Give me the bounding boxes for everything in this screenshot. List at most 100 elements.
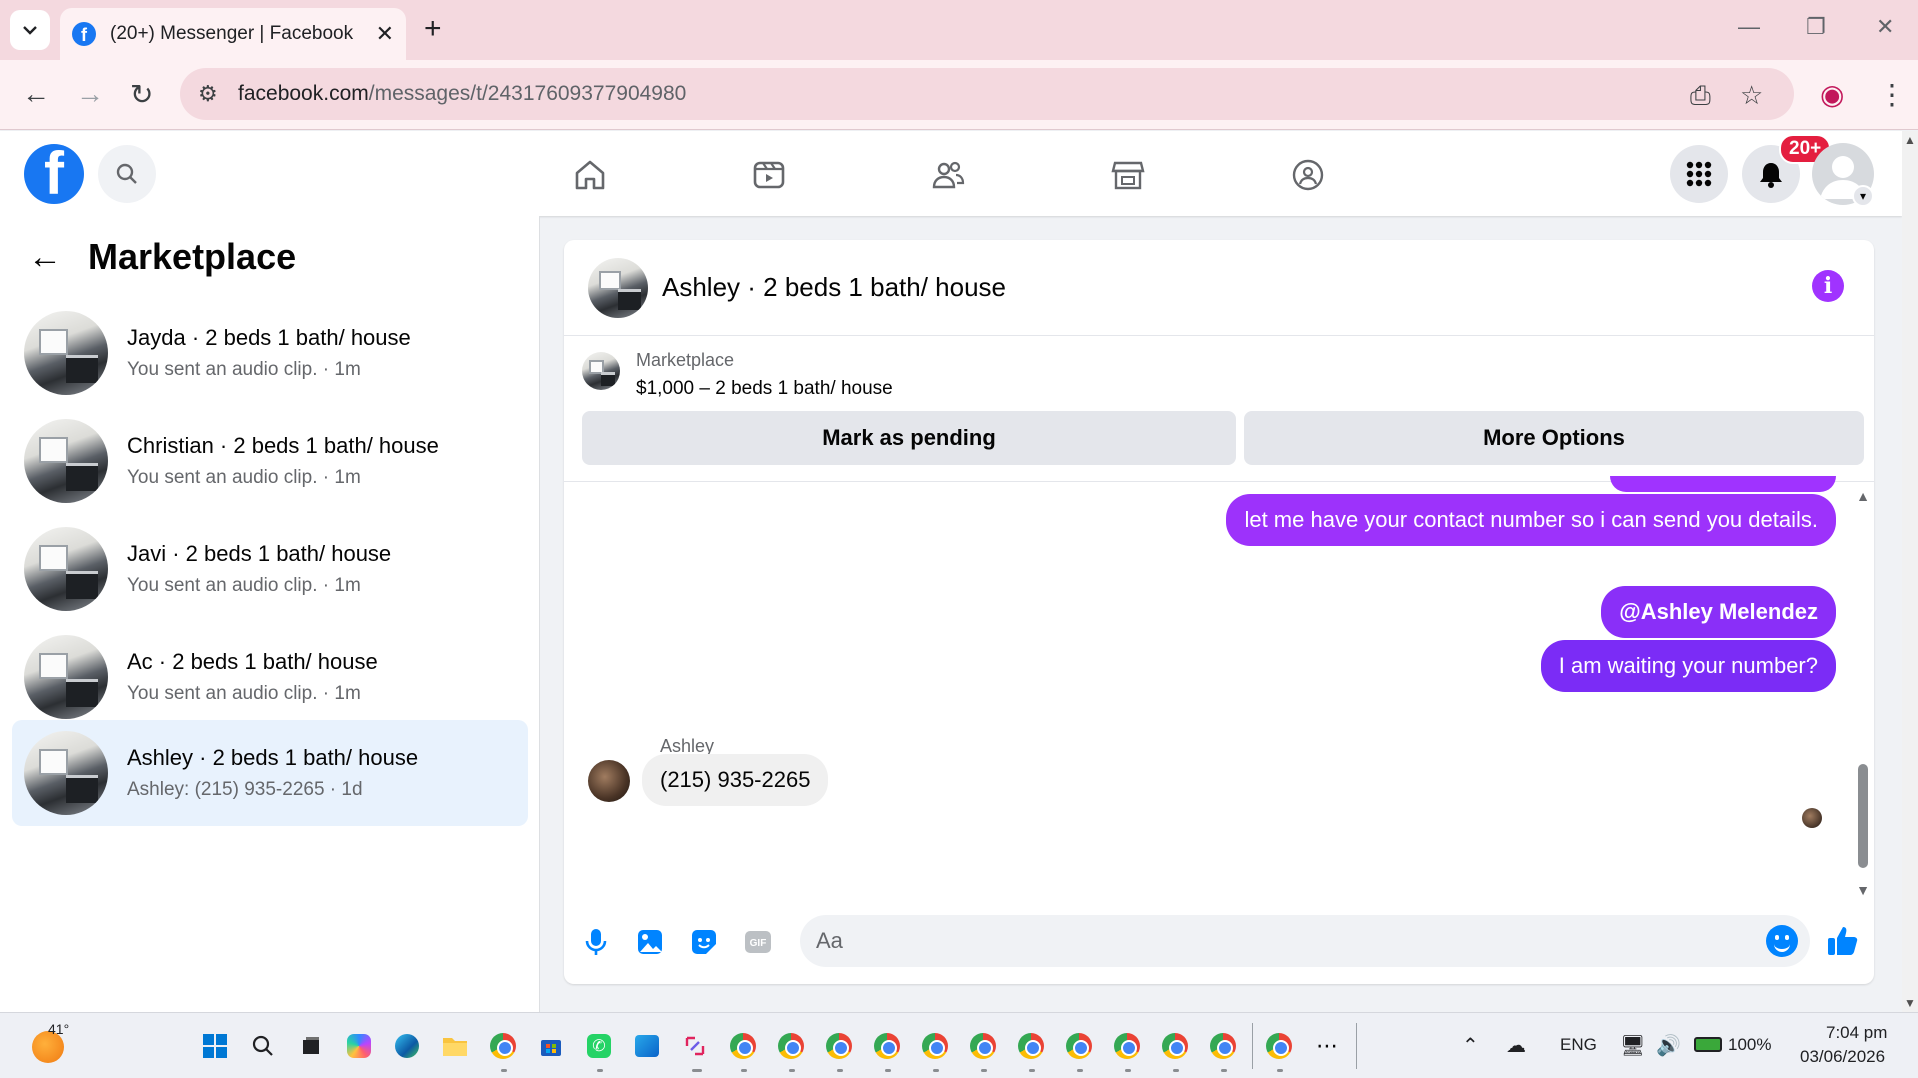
message-input-placeholder: Aa — [816, 928, 843, 953]
browser-tab-messenger[interactable]: f (20+) Messenger | Facebook ✕ — [60, 8, 406, 60]
battery-icon[interactable] — [1694, 1037, 1722, 1052]
chrome-profile-icon[interactable] — [872, 1031, 902, 1061]
running-indicator — [1029, 1069, 1035, 1072]
video-icon[interactable] — [747, 153, 791, 197]
language-indicator[interactable]: ENG — [1560, 1035, 1597, 1055]
page-scroll-down-icon[interactable]: ▼ — [1904, 996, 1916, 1010]
chrome-profile-icon[interactable] — [824, 1031, 854, 1061]
minimize-icon[interactable]: — — [1738, 14, 1760, 40]
browser-toolbar: ← → ↻ ⚙ facebook.com/messages/t/24317609… — [0, 60, 1918, 130]
running-indicator — [741, 1069, 747, 1072]
gif-icon[interactable]: GIF — [742, 926, 774, 958]
listing-thumbnail[interactable] — [582, 352, 620, 390]
photo-icon[interactable] — [634, 926, 666, 958]
address-bar[interactable]: ⚙ facebook.com/messages/t/24317609377904… — [180, 68, 1794, 120]
friends-icon[interactable] — [926, 153, 970, 197]
tab-search-button[interactable] — [10, 10, 50, 50]
menu-kebab-icon[interactable]: ⋮ — [1878, 78, 1906, 111]
sent-message-bubble[interactable]: let me have your contact number so i can… — [1226, 494, 1836, 546]
new-tab-button[interactable]: + — [424, 12, 442, 46]
message-input[interactable]: Aa — [800, 915, 1810, 967]
volume-icon[interactable]: 🔊 — [1656, 1033, 1681, 1058]
conversation-item-active[interactable]: Ashley · 2 beds 1 bath/ house Ashley: (2… — [12, 720, 528, 826]
back-arrow-icon[interactable]: ← — [28, 238, 62, 277]
running-indicator — [597, 1069, 603, 1072]
chrome-profile-icon[interactable] — [728, 1031, 758, 1061]
running-indicator — [933, 1069, 939, 1072]
thumbs-up-icon[interactable] — [1824, 922, 1862, 960]
whatsapp-icon[interactable]: ✆ — [584, 1031, 614, 1061]
chrome-profile-icon[interactable] — [776, 1031, 806, 1061]
file-explorer-icon[interactable] — [440, 1031, 470, 1061]
reload-icon[interactable]: ↻ — [130, 78, 153, 111]
running-indicator — [1077, 1069, 1083, 1072]
info-icon[interactable]: i — [1812, 270, 1844, 302]
menu-grid-button[interactable] — [1670, 145, 1728, 203]
running-indicator — [885, 1069, 891, 1072]
chrome-active-icon[interactable] — [1264, 1031, 1294, 1061]
chrome-profile-icon[interactable] — [1064, 1031, 1094, 1061]
onedrive-cloud-icon[interactable]: ☁ — [1506, 1033, 1526, 1058]
message-scrollbar-thumb[interactable] — [1858, 764, 1868, 868]
tab-close-icon[interactable]: ✕ — [376, 21, 394, 47]
received-message-bubble[interactable]: (215) 935-2265 — [642, 754, 829, 806]
copilot-icon[interactable] — [344, 1031, 374, 1061]
sticker-icon[interactable] — [688, 926, 720, 958]
conversation-item[interactable]: Ac · 2 beds 1 bath/ house You sent an au… — [12, 624, 528, 730]
profile-icon[interactable]: ◉ — [1820, 78, 1844, 111]
conversation-item[interactable]: Christian · 2 beds 1 bath/ house You sen… — [12, 408, 528, 514]
emoji-icon[interactable] — [1766, 925, 1798, 957]
listing-thumbnail — [24, 311, 108, 395]
clock-time[interactable]: 7:04 pm — [1826, 1023, 1887, 1043]
show-hidden-icons-icon[interactable]: ⌃ — [1462, 1033, 1479, 1058]
sent-message-bubble[interactable]: @Ashley Melendez — [1601, 586, 1836, 638]
groups-icon[interactable] — [1286, 153, 1330, 197]
chrome-icon[interactable] — [488, 1031, 518, 1061]
sent-message-bubble[interactable]: I am waiting your number? — [1540, 640, 1836, 692]
bookmark-star-icon[interactable]: ☆ — [1740, 80, 1763, 111]
windows-start-icon[interactable] — [200, 1031, 230, 1061]
forward-arrow-icon[interactable]: → — [76, 78, 104, 110]
page-scrollbar[interactable]: ▲ ▼ — [1902, 131, 1918, 1012]
restore-icon[interactable]: ❐ — [1806, 14, 1826, 40]
network-icon[interactable]: 🖥 — [1620, 1033, 1645, 1058]
battery-percent: 100% — [1728, 1035, 1772, 1054]
edge-icon[interactable] — [392, 1031, 422, 1061]
facebook-logo-icon[interactable]: f — [24, 144, 84, 204]
store-icon[interactable] — [536, 1031, 566, 1061]
chrome-profile-icon[interactable] — [1160, 1031, 1190, 1061]
taskbar-search-icon[interactable] — [248, 1031, 278, 1061]
chrome-profile-icon[interactable] — [1208, 1031, 1238, 1061]
site-settings-icon[interactable]: ⚙ — [198, 81, 218, 107]
install-app-icon[interactable]: ⎙ — [1690, 80, 1711, 112]
conversation-item[interactable]: Javi · 2 beds 1 bath/ house You sent an … — [12, 516, 528, 622]
chat-title[interactable]: Ashley · 2 beds 1 bath/ house — [662, 272, 1006, 303]
microphone-icon[interactable] — [580, 926, 612, 958]
account-chevron-icon[interactable]: ▾ — [1852, 185, 1874, 207]
marketplace-icon[interactable] — [1106, 153, 1150, 197]
more-apps-icon[interactable]: ⋯ — [1312, 1031, 1342, 1061]
page-scroll-up-icon[interactable]: ▲ — [1904, 133, 1916, 147]
facebook-search-button[interactable] — [98, 145, 156, 203]
outlook-icon[interactable] — [632, 1031, 662, 1061]
more-options-button[interactable]: More Options — [1244, 411, 1864, 465]
chrome-profile-icon[interactable] — [920, 1031, 950, 1061]
window-close-icon[interactable]: ✕ — [1876, 14, 1894, 40]
snipping-tool-icon[interactable] — [680, 1031, 710, 1061]
back-arrow-icon[interactable]: ← — [22, 78, 50, 110]
chat-listing-avatar[interactable] — [588, 257, 648, 318]
message-composer: GIF Aa — [564, 900, 1874, 984]
chat-header: Ashley · 2 beds 1 bath/ house i — [564, 240, 1874, 336]
listing-price-title[interactable]: $1,000 – 2 beds 1 bath/ house — [636, 378, 893, 400]
task-view-icon[interactable] — [296, 1031, 326, 1061]
chrome-profile-icon[interactable] — [1112, 1031, 1142, 1061]
chrome-profile-icon[interactable] — [968, 1031, 998, 1061]
chrome-profile-icon[interactable] — [1016, 1031, 1046, 1061]
scroll-down-arrow-icon[interactable]: ▼ — [1856, 882, 1870, 898]
clock-date[interactable]: 03/06/2026 — [1800, 1047, 1885, 1067]
sender-avatar[interactable] — [588, 760, 630, 802]
scroll-up-arrow-icon[interactable]: ▲ — [1856, 488, 1870, 504]
home-icon[interactable] — [568, 153, 612, 197]
conversation-item[interactable]: Jayda · 2 beds 1 bath/ house You sent an… — [12, 300, 528, 406]
mark-as-pending-button[interactable]: Mark as pending — [582, 411, 1236, 465]
